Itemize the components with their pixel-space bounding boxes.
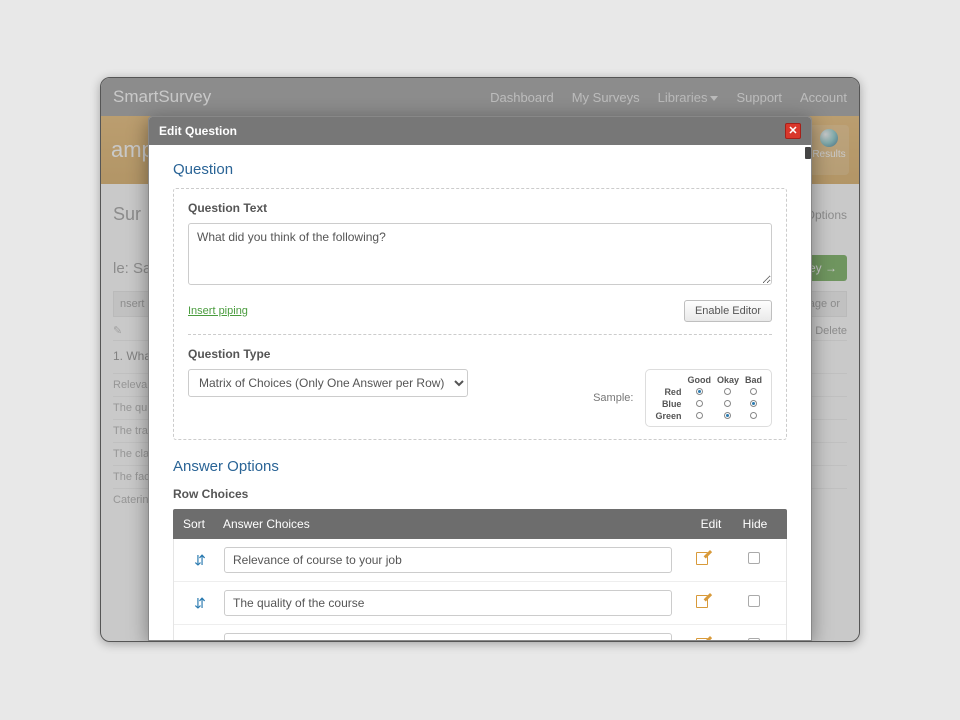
- row-choices-header: Sort Answer Choices Edit Hide: [173, 509, 787, 539]
- row-choices-label: Row Choices: [173, 487, 787, 501]
- question-type-select[interactable]: Matrix of Choices (Only One Answer per R…: [188, 369, 468, 397]
- question-panel: Question Text What did you think of the …: [173, 188, 787, 440]
- question-type-panel: Question Type Matrix of Choices (Only On…: [188, 334, 772, 427]
- sort-handle-icon[interactable]: ⇵: [184, 638, 216, 641]
- table-row: ⇵: [174, 625, 786, 640]
- edit-question-modal: Edit Question ✕ Question Question Text W…: [148, 116, 812, 641]
- table-row: ⇵: [174, 539, 786, 582]
- question-text-label: Question Text: [188, 201, 772, 215]
- answer-choice-input[interactable]: [224, 547, 672, 573]
- hide-checkbox[interactable]: [748, 595, 760, 607]
- app-window: SmartSurvey Dashboard My Surveys Librari…: [100, 77, 860, 642]
- col-edit: Edit: [689, 517, 733, 531]
- row-choices-body: ⇵ ⇵ ⇵: [173, 539, 787, 640]
- col-sort: Sort: [183, 517, 223, 531]
- table-row: ⇵: [174, 582, 786, 625]
- edit-icon[interactable]: [694, 593, 710, 609]
- close-icon[interactable]: ✕: [785, 123, 801, 139]
- enable-editor-button[interactable]: Enable Editor: [684, 300, 772, 322]
- hide-checkbox[interactable]: [748, 638, 760, 640]
- sample-label: Sample:: [593, 392, 633, 404]
- question-type-label: Question Type: [188, 347, 772, 361]
- edit-icon[interactable]: [694, 550, 710, 566]
- insert-piping-link[interactable]: Insert piping: [188, 305, 248, 317]
- col-answer: Answer Choices: [223, 517, 689, 531]
- answer-choice-input[interactable]: [224, 633, 672, 640]
- col-hide: Hide: [733, 517, 777, 531]
- sort-handle-icon[interactable]: ⇵: [184, 595, 216, 612]
- modal-body: Question Question Text What did you thin…: [149, 145, 811, 640]
- section-answers-title: Answer Options: [173, 458, 787, 475]
- modal-header: Edit Question ✕: [149, 117, 811, 145]
- scrollbar-thumb[interactable]: [805, 147, 811, 159]
- modal-title: Edit Question: [159, 124, 237, 138]
- edit-icon[interactable]: [694, 636, 710, 641]
- sort-handle-icon[interactable]: ⇵: [184, 552, 216, 569]
- hide-checkbox[interactable]: [748, 552, 760, 564]
- sample-preview: GoodOkayBad Red Blue Green: [645, 369, 772, 427]
- section-question-title: Question: [173, 161, 787, 178]
- question-text-input[interactable]: What did you think of the following?: [188, 223, 772, 285]
- answer-choice-input[interactable]: [224, 590, 672, 616]
